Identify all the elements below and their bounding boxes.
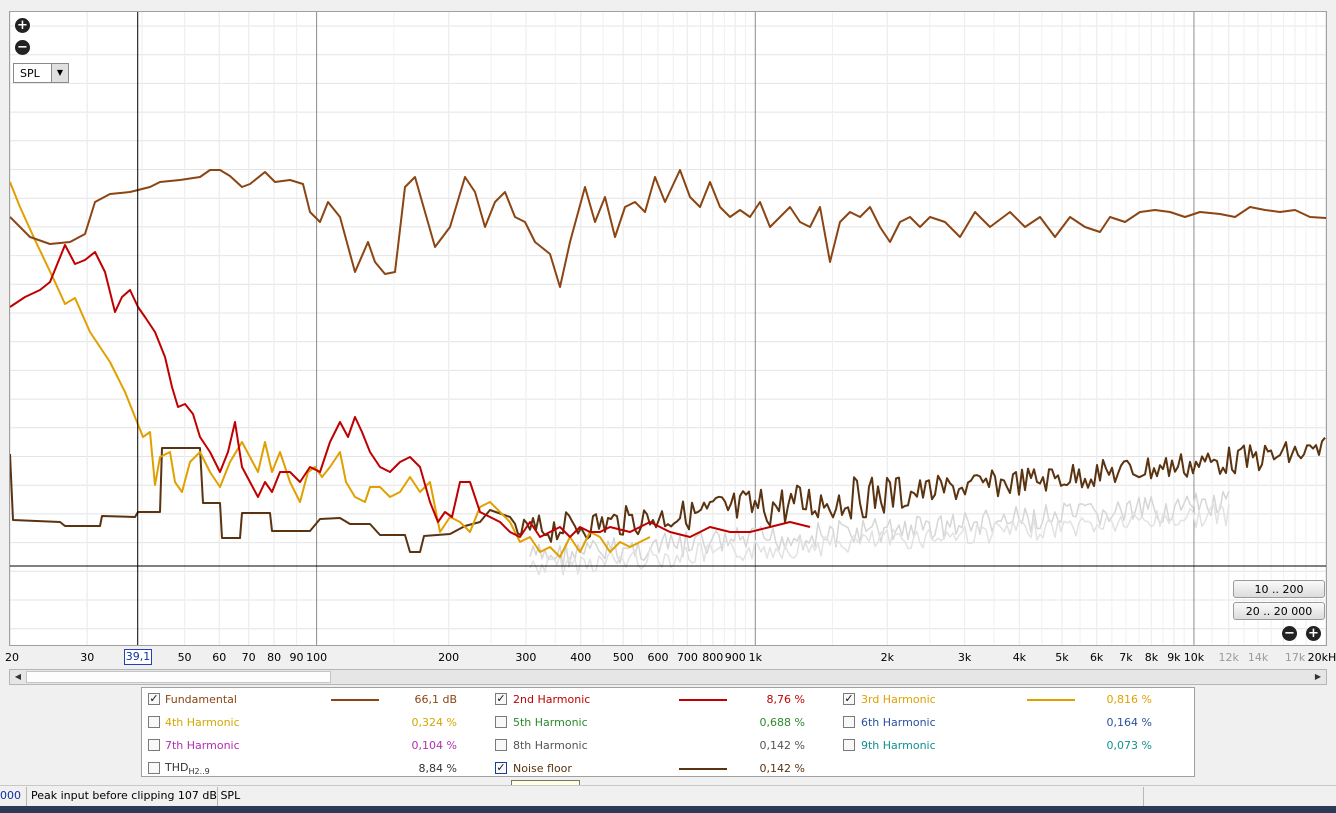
status-divider: [217, 787, 218, 806]
status-bar: 000 Peak input before clipping 107 dB SP…: [0, 785, 1336, 807]
h4-label: 4th Harmonic: [165, 716, 240, 729]
x-tick-label: 800: [702, 651, 724, 664]
mode-select[interactable]: SPL ▼: [13, 63, 69, 83]
x-tick-label: 8k: [1144, 651, 1159, 664]
x-tick-label: 500: [612, 651, 634, 664]
range-10-200-button[interactable]: 10 .. 200: [1233, 580, 1325, 598]
h2-checkbox[interactable]: ✓: [495, 693, 507, 705]
h5-value: 0,688 %: [759, 716, 805, 729]
range-20-20000-button[interactable]: 20 .. 20 000: [1233, 602, 1325, 620]
h5-checkbox[interactable]: [495, 716, 507, 728]
x-tick-label: 20: [5, 651, 19, 664]
graph-area[interactable]: + − SPL ▼ 10 .. 200 20 .. 20 000 − +: [9, 11, 1327, 646]
h6-label: 6th Harmonic: [861, 716, 936, 729]
h3-checkbox[interactable]: ✓: [843, 693, 855, 705]
chevron-down-icon[interactable]: ▼: [51, 64, 68, 82]
h4-checkbox[interactable]: [148, 716, 160, 728]
noise-floor-checkbox[interactable]: ✓: [495, 762, 507, 774]
x-tick-label: 7k: [1119, 651, 1133, 664]
noise-floor-swatch: [679, 768, 727, 770]
thd-value: 8,84 %: [418, 762, 457, 775]
h9-value: 0,073 %: [1106, 739, 1152, 752]
x-tick-label: 1k: [748, 651, 762, 664]
x-tick-label: 700: [676, 651, 698, 664]
x-tick-label: 4k: [1012, 651, 1027, 664]
x-tick-label: 14k: [1247, 651, 1269, 664]
x-tick-label: 3k: [957, 651, 972, 664]
harmonic-3-trace: [10, 181, 651, 558]
taskbar-strip: [0, 806, 1336, 813]
fundamental-swatch: [331, 699, 379, 701]
thd-checkbox[interactable]: [148, 762, 160, 774]
x-tick-label: 12k: [1218, 651, 1239, 664]
h2-swatch: [679, 699, 727, 701]
h5-label: 5th Harmonic: [513, 716, 588, 729]
mode-select-value: SPL: [20, 67, 40, 80]
x-tick-label: 70: [241, 651, 256, 664]
x-zoom-in-icon[interactable]: +: [1306, 626, 1321, 641]
h8-value: 0,142 %: [759, 739, 805, 752]
h3-swatch: [1027, 699, 1075, 701]
scrollbar-thumb[interactable]: [26, 671, 331, 683]
x-tick-label: 600: [647, 651, 669, 664]
x-tick-label: 10k: [1183, 651, 1205, 664]
x-tick-label: 900: [724, 651, 746, 664]
h7-value: 0,104 %: [411, 739, 457, 752]
h8-label: 8th Harmonic: [513, 739, 588, 752]
h2-label: 2nd Harmonic: [513, 693, 591, 706]
x-tick-label: 300: [515, 651, 537, 664]
fundamental-checkbox[interactable]: ✓: [148, 693, 160, 705]
noise-floor-label: Noise floor: [513, 762, 572, 775]
x-tick-label: 20kH: [1307, 651, 1336, 664]
x-tick-label: 200: [438, 651, 460, 664]
cursor-frequency-label: 39,1: [124, 649, 152, 665]
status-left-value: 000: [0, 789, 21, 802]
h6-checkbox[interactable]: [843, 716, 855, 728]
h2-value: 8,76 %: [766, 693, 805, 706]
status-divider: [26, 787, 27, 806]
h8-checkbox[interactable]: [495, 739, 507, 751]
x-tick-label: 90: [289, 651, 304, 664]
noise-floor-value: 0,142 %: [759, 762, 805, 775]
x-tick-label: 80: [267, 651, 282, 664]
x-tick-label: 5k: [1055, 651, 1069, 664]
scroll-left-icon[interactable]: ◀: [11, 671, 25, 683]
noise-floor-trace: [10, 437, 1326, 553]
thd-label: THDH2..9: [165, 761, 210, 776]
scroll-right-icon[interactable]: ▶: [1311, 671, 1325, 683]
x-tick-label: 9k: [1167, 651, 1181, 664]
legend-panel: ✓ Fundamental 66,1 dB ✓ 2nd Harmonic 8,7…: [141, 687, 1195, 777]
horizontal-scrollbar[interactable]: ◀ ▶: [9, 669, 1327, 685]
x-tick-label: 17k: [1284, 651, 1306, 664]
h7-checkbox[interactable]: [148, 739, 160, 751]
x-tick-label: 6k: [1089, 651, 1104, 664]
x-tick-label: 400: [570, 651, 592, 664]
h3-label: 3rd Harmonic: [861, 693, 936, 706]
x-tick-label: 2k: [880, 651, 895, 664]
fundamental-value: 66,1 dB: [414, 693, 457, 706]
zoom-in-icon[interactable]: +: [15, 18, 30, 33]
zoom-out-icon[interactable]: −: [15, 40, 30, 55]
h4-value: 0,324 %: [411, 716, 457, 729]
thd-label-subscript: H2..9: [188, 767, 210, 777]
x-tick-label: 50: [177, 651, 192, 664]
harmonic-5-trace: [529, 503, 1230, 576]
h9-label: 9th Harmonic: [861, 739, 936, 752]
fundamental-label: Fundamental: [165, 693, 237, 706]
h9-checkbox[interactable]: [843, 739, 855, 751]
x-tick-label: 60: [212, 651, 227, 664]
h3-value: 0,816 %: [1106, 693, 1152, 706]
x-tick-label: 30: [80, 651, 95, 664]
fundamental-trace: [10, 169, 1326, 288]
frequency-axis: 20 30 50 60 70 80 90 100 200 300 400 500 600 700 800 90…: [0, 646, 1336, 668]
thd-label-text: THD: [165, 761, 189, 774]
harmonic-2-trace: [10, 244, 811, 538]
status-divider: [1143, 787, 1144, 806]
h6-value: 0,164 %: [1106, 716, 1152, 729]
h7-label: 7th Harmonic: [165, 739, 240, 752]
x-zoom-out-icon[interactable]: −: [1282, 626, 1297, 641]
status-message: Peak input before clipping 107 dB SPL: [31, 789, 241, 802]
distortion-plot[interactable]: [10, 12, 1326, 645]
x-tick-label: 100: [306, 651, 328, 664]
